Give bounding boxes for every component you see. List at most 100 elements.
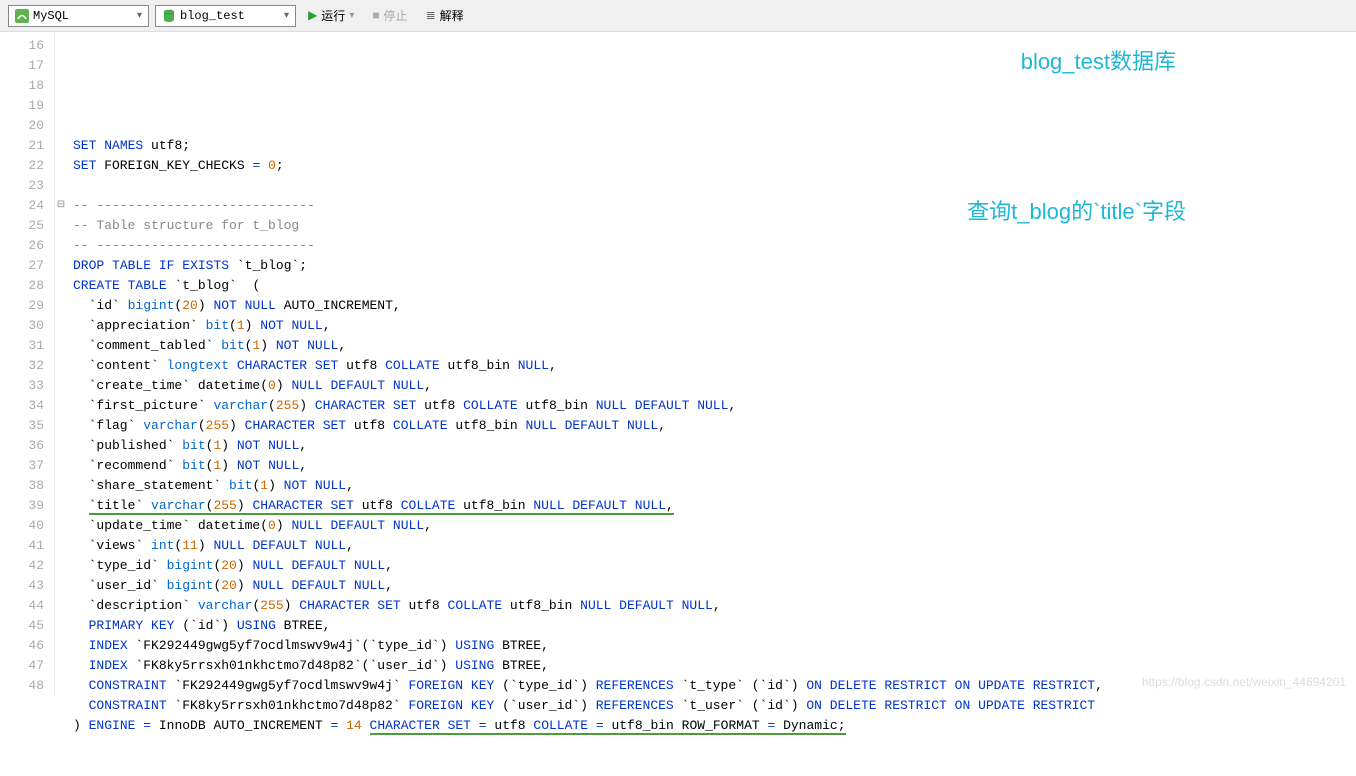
fold-marker: [55, 476, 67, 496]
code-line[interactable]: -- ----------------------------: [73, 236, 1350, 256]
fold-marker: [55, 596, 67, 616]
fold-marker: [55, 176, 67, 196]
run-button[interactable]: ▶ 运行 ▾: [302, 5, 360, 26]
code-line[interactable]: ) ENGINE = InnoDB AUTO_INCREMENT = 14 CH…: [73, 716, 1350, 736]
code-line[interactable]: `content` longtext CHARACTER SET utf8 CO…: [73, 356, 1350, 376]
line-number: 25: [4, 216, 44, 236]
code-line[interactable]: `flag` varchar(255) CHARACTER SET utf8 C…: [73, 416, 1350, 436]
code-line[interactable]: `title` varchar(255) CHARACTER SET utf8 …: [73, 496, 1350, 516]
code-line[interactable]: `create_time` datetime(0) NULL DEFAULT N…: [73, 376, 1350, 396]
database-icon: [162, 9, 176, 23]
explain-button[interactable]: ≣ 解释: [420, 5, 470, 26]
line-number: 34: [4, 396, 44, 416]
watermark: https://blog.csdn.net/weixin_44694201: [1142, 675, 1346, 689]
code-line[interactable]: `appreciation` bit(1) NOT NULL,: [73, 316, 1350, 336]
fold-marker[interactable]: ⊟: [55, 196, 67, 216]
editor: 1617181920212223242526272829303132333435…: [0, 32, 1356, 695]
fold-marker: [55, 276, 67, 296]
db-engine-label: MySQL: [33, 9, 133, 23]
code-line[interactable]: PRIMARY KEY (`id`) USING BTREE,: [73, 616, 1350, 636]
line-number: 32: [4, 356, 44, 376]
fold-marker: [55, 216, 67, 236]
code-line[interactable]: INDEX `FK8ky5rrsxh01nkhctmo7d48p82`(`use…: [73, 656, 1350, 676]
code-line[interactable]: `type_id` bigint(20) NULL DEFAULT NULL,: [73, 556, 1350, 576]
annotation-db-title: blog_test数据库: [1021, 52, 1176, 72]
code-line[interactable]: DROP TABLE IF EXISTS `t_blog`;: [73, 256, 1350, 276]
code-line[interactable]: CREATE TABLE `t_blog` (: [73, 276, 1350, 296]
line-number: 19: [4, 96, 44, 116]
code-line[interactable]: INDEX `FK292449gwg5yf7ocdlmswv9w4j`(`typ…: [73, 636, 1350, 656]
chevron-down-icon: ▾: [137, 10, 142, 22]
line-number: 17: [4, 56, 44, 76]
fold-marker: [55, 636, 67, 656]
fold-marker: [55, 436, 67, 456]
code-line[interactable]: SET NAMES utf8;: [73, 136, 1350, 156]
code-line[interactable]: [73, 116, 1350, 136]
code-line[interactable]: [73, 176, 1350, 196]
database-select[interactable]: blog_test ▾: [155, 5, 296, 27]
code-line[interactable]: `description` varchar(255) CHARACTER SET…: [73, 596, 1350, 616]
code-line[interactable]: `first_picture` varchar(255) CHARACTER S…: [73, 396, 1350, 416]
code-line[interactable]: `comment_tabled` bit(1) NOT NULL,: [73, 336, 1350, 356]
chevron-down-icon: ▾: [284, 10, 289, 22]
line-number: 27: [4, 256, 44, 276]
code-line[interactable]: `user_id` bigint(20) NULL DEFAULT NULL,: [73, 576, 1350, 596]
line-number: 20: [4, 116, 44, 136]
line-number: 31: [4, 336, 44, 356]
line-number: 30: [4, 316, 44, 336]
fold-marker: [55, 316, 67, 336]
line-number: 44: [4, 596, 44, 616]
dropdown-icon: ▾: [349, 10, 354, 22]
code-line[interactable]: `views` int(11) NULL DEFAULT NULL,: [73, 536, 1350, 556]
toolbar: MySQL ▾ blog_test ▾ ▶ 运行 ▾ ■ 停止 ≣ 解释: [0, 0, 1356, 32]
code-line[interactable]: [73, 756, 1350, 776]
fold-marker: [55, 56, 67, 76]
code-line[interactable]: `share_statement` bit(1) NOT NULL,: [73, 476, 1350, 496]
line-number: 35: [4, 416, 44, 436]
line-number: 29: [4, 296, 44, 316]
fold-marker: [55, 616, 67, 636]
line-number: 40: [4, 516, 44, 536]
line-number: 36: [4, 436, 44, 456]
line-number: 22: [4, 156, 44, 176]
line-number: 33: [4, 376, 44, 396]
line-number-gutter: 1617181920212223242526272829303132333435…: [0, 32, 55, 695]
line-number: 48: [4, 676, 44, 696]
line-number: 37: [4, 456, 44, 476]
mysql-icon: [15, 9, 29, 23]
line-number: 39: [4, 496, 44, 516]
fold-marker: [55, 156, 67, 176]
stop-label: 停止: [384, 7, 408, 24]
code-line[interactable]: SET FOREIGN_KEY_CHECKS = 0;: [73, 156, 1350, 176]
line-number: 43: [4, 576, 44, 596]
fold-marker: [55, 416, 67, 436]
code-line[interactable]: `published` bit(1) NOT NULL,: [73, 436, 1350, 456]
explain-label: 解释: [440, 7, 464, 24]
run-label: 运行: [321, 7, 345, 24]
fold-marker: [55, 396, 67, 416]
fold-marker: [55, 656, 67, 676]
fold-gutter: ⊟: [55, 32, 67, 695]
explain-icon: ≣: [426, 8, 436, 23]
code-line[interactable]: `recommend` bit(1) NOT NULL,: [73, 456, 1350, 476]
code-area[interactable]: blog_test数据库 查询t_blog的`title`字段 SET NAME…: [67, 32, 1356, 695]
stop-icon: ■: [372, 9, 379, 23]
code-line[interactable]: `update_time` datetime(0) NULL DEFAULT N…: [73, 516, 1350, 536]
line-number: 23: [4, 176, 44, 196]
code-line[interactable]: [73, 736, 1350, 756]
code-line[interactable]: `id` bigint(20) NOT NULL AUTO_INCREMENT,: [73, 296, 1350, 316]
line-number: 38: [4, 476, 44, 496]
fold-marker: [55, 336, 67, 356]
line-number: 28: [4, 276, 44, 296]
fold-marker: [55, 376, 67, 396]
play-icon: ▶: [308, 8, 317, 23]
fold-marker: [55, 116, 67, 136]
fold-marker: [55, 36, 67, 56]
fold-marker: [55, 356, 67, 376]
stop-button[interactable]: ■ 停止: [366, 5, 413, 26]
fold-marker: [55, 256, 67, 276]
fold-marker: [55, 536, 67, 556]
db-engine-select[interactable]: MySQL ▾: [8, 5, 149, 27]
code-line[interactable]: CONSTRAINT `FK8ky5rrsxh01nkhctmo7d48p82`…: [73, 696, 1350, 716]
line-number: 42: [4, 556, 44, 576]
